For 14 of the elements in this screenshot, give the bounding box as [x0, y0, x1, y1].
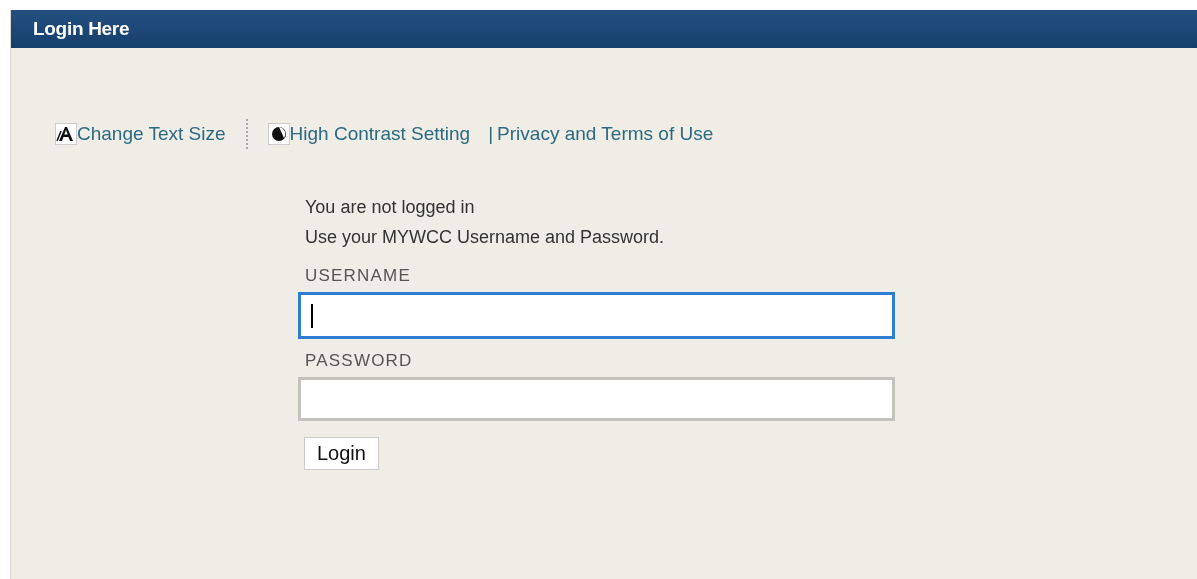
panel-title: Login Here: [33, 18, 130, 40]
input-field[interactable]: [298, 377, 895, 421]
field-label: USERNAME: [305, 266, 412, 286]
login-message: You are not logged in: [305, 196, 476, 219]
toolbar-link[interactable]: High Contrast Setting: [289, 123, 471, 145]
field-label: PASSWORD: [305, 351, 414, 371]
toolbar-link[interactable]: Change Text Size: [77, 123, 226, 145]
link-separator: |: [488, 123, 494, 145]
contrast-icon: [267, 123, 290, 145]
toolbar-link[interactable]: Privacy and Terms of Use: [497, 123, 714, 145]
text-size-icon: [55, 123, 77, 145]
login-message: Use your MYWCC Username and Password.: [305, 226, 666, 249]
input-field[interactable]: [298, 292, 895, 339]
login-button[interactable]: Login: [304, 437, 379, 470]
